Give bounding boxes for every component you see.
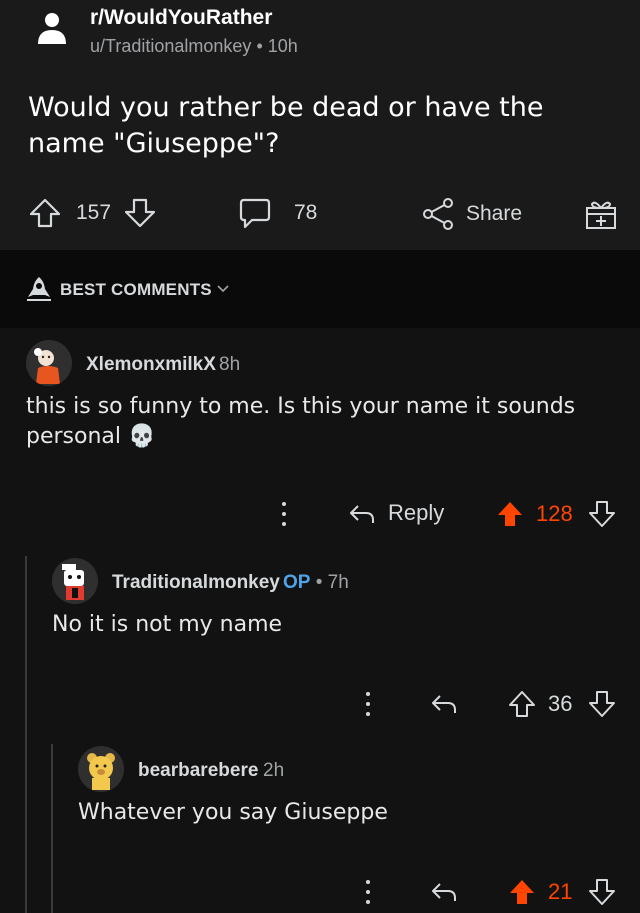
- comment-text: this is so funny to me. Is this your nam…: [26, 394, 576, 449]
- downvote-arrow-icon[interactable]: [588, 690, 616, 718]
- post-vote-group: 157: [28, 196, 157, 230]
- comment-age: 8h: [219, 354, 241, 375]
- share-icon: [423, 198, 453, 230]
- award-gift-icon[interactable]: [584, 198, 618, 232]
- post-comments-button[interactable]: 78: [238, 196, 317, 230]
- chevron-down-icon[interactable]: [216, 284, 230, 294]
- comment-age: 2h: [263, 760, 285, 781]
- more-options-icon[interactable]: [365, 880, 371, 910]
- user-avatar-icon: [52, 558, 98, 604]
- rocket-icon: [27, 277, 51, 301]
- avatar[interactable]: [52, 558, 98, 604]
- op-badge: OP: [283, 572, 311, 593]
- comment-username[interactable]: Traditionalmonkey: [112, 572, 280, 594]
- comment-body: Whatever you say Giuseppe: [78, 800, 388, 825]
- comment-age: 7h: [327, 572, 349, 593]
- comment-body: this is so funny to me. Is this your nam…: [26, 392, 586, 452]
- avatar[interactable]: [78, 746, 124, 792]
- post-age: 10h: [267, 36, 298, 56]
- upvote-arrow-active-icon[interactable]: [496, 500, 524, 528]
- post-upvote-count: 157: [76, 201, 112, 224]
- upvote-arrow-active-icon[interactable]: [508, 878, 536, 906]
- avatar[interactable]: [26, 340, 72, 386]
- subreddit-avatar-icon[interactable]: [34, 10, 70, 46]
- more-options-icon[interactable]: [281, 502, 287, 532]
- thread-line[interactable]: [25, 556, 27, 913]
- comment-body: No it is not my name: [52, 612, 283, 637]
- subreddit-name[interactable]: r/WouldYouRather: [90, 6, 272, 30]
- comment-score: 36: [548, 691, 573, 716]
- more-options-icon[interactable]: [365, 692, 371, 722]
- post-author[interactable]: u/Traditionalmonkey: [90, 36, 251, 56]
- comment-bubble-icon: [239, 198, 271, 229]
- upvote-arrow-icon[interactable]: [508, 690, 536, 718]
- upvote-arrow-icon[interactable]: [28, 196, 62, 230]
- downvote-arrow-icon[interactable]: [123, 196, 157, 230]
- sort-label[interactable]: BEST COMMENTS: [60, 280, 212, 300]
- post-meta: u/Traditionalmonkey • 10h: [90, 36, 298, 57]
- post-comment-count: 78: [294, 201, 318, 224]
- thread-line[interactable]: [51, 744, 53, 913]
- reply-arrow-icon[interactable]: [430, 692, 458, 716]
- meta-separator: •: [256, 36, 263, 56]
- share-label: Share: [466, 202, 523, 225]
- user-avatar-icon: [26, 340, 72, 386]
- comment-username[interactable]: XlemonxmilkX: [86, 354, 216, 376]
- post-title[interactable]: Would you rather be dead or have the nam…: [28, 90, 618, 162]
- reply-arrow-icon[interactable]: [348, 502, 376, 526]
- comment-score: 21: [548, 879, 573, 904]
- meta-separator: •: [315, 572, 323, 593]
- downvote-arrow-icon[interactable]: [588, 878, 616, 906]
- comment-score: 128: [536, 501, 573, 526]
- reply-arrow-icon[interactable]: [430, 880, 458, 904]
- post-share-button[interactable]: Share: [420, 196, 522, 232]
- reply-button[interactable]: Reply: [388, 500, 444, 526]
- comment-meta: OP • 7h: [283, 572, 349, 594]
- skull-emoji: 💀: [128, 424, 156, 449]
- user-avatar-icon: [78, 746, 124, 792]
- downvote-arrow-icon[interactable]: [588, 500, 616, 528]
- comment-username[interactable]: bearbarebere: [138, 760, 258, 782]
